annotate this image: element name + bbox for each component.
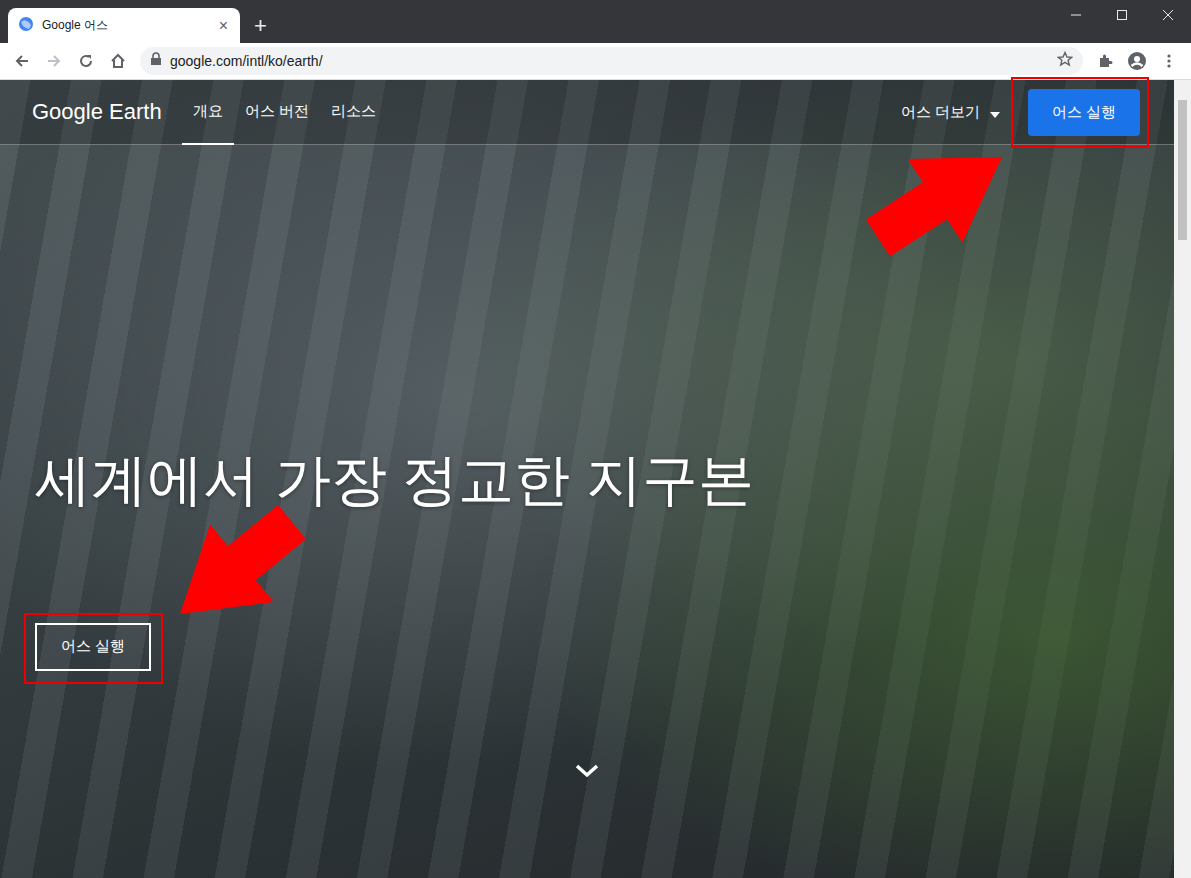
maximize-icon[interactable] [1099,0,1145,30]
site-header: Google Earth 개요어스 버전리소스 어스 더보기 어스 실행 [0,80,1174,145]
tab-title: Google 어스 [42,17,209,34]
more-earth-label[interactable]: 어스 더보기 [901,103,980,122]
more-earth-menu[interactable]: 어스 더보기 [901,103,1000,122]
google-earth-logo[interactable]: Google Earth [32,99,162,125]
red-arrow-icon [866,157,1002,256]
extensions-icon[interactable] [1091,47,1119,75]
browser-tab[interactable]: Google 어스 × [8,8,240,43]
hero-title: 세계에서 가장 정교한 지구본 [35,445,754,515]
kebab-menu-icon[interactable] [1155,47,1183,75]
minimize-icon[interactable] [1053,0,1099,30]
hero-section: 세계에서 가장 정교한 지구본어스 실행 [0,145,1174,783]
window-controls [1053,0,1191,30]
address-bar[interactable]: google.com/intl/ko/earth/ [140,47,1083,75]
tab-strip: Google 어스 × + [0,0,1191,43]
scrollbar[interactable] [1174,80,1191,878]
nav-link[interactable]: 리소스 [320,80,387,145]
nav-link[interactable]: 개요 [182,80,234,145]
browser-toolbar: google.com/intl/ko/earth/ [0,43,1191,80]
close-icon[interactable] [1145,0,1191,30]
tab-close-button[interactable]: × [217,18,230,34]
back-arrow-icon[interactable] [8,47,36,75]
launch-earth-button[interactable]: 어스 실행 [35,623,151,671]
globe-icon [18,16,34,36]
scrollbar-thumb[interactable] [1178,100,1187,240]
nav-link[interactable]: 어스 버전 [234,80,320,145]
lock-icon [150,52,162,70]
annotation-arrows [0,0,1191,878]
star-icon[interactable] [1057,51,1073,71]
reload-icon[interactable] [72,47,100,75]
chevron-down-icon[interactable] [574,763,600,783]
red-arrow-icon [180,505,306,614]
home-icon[interactable] [104,47,132,75]
profile-icon[interactable] [1123,47,1151,75]
forward-arrow-icon[interactable] [40,47,68,75]
dropdown-caret-icon[interactable] [990,104,1000,121]
url-text[interactable]: google.com/intl/ko/earth/ [170,53,323,69]
new-tab-button[interactable]: + [254,8,267,43]
hero-photo: Google Earth개요어스 버전리소스어스 더보기어스 실행세계에서 가장… [0,80,1174,878]
web-page: Google Earth개요어스 버전리소스어스 더보기어스 실행세계에서 가장… [0,80,1191,878]
highlight-box [24,613,163,684]
launch-earth-button[interactable]: 어스 실행 [1028,89,1140,136]
highlight-box [1011,77,1149,148]
